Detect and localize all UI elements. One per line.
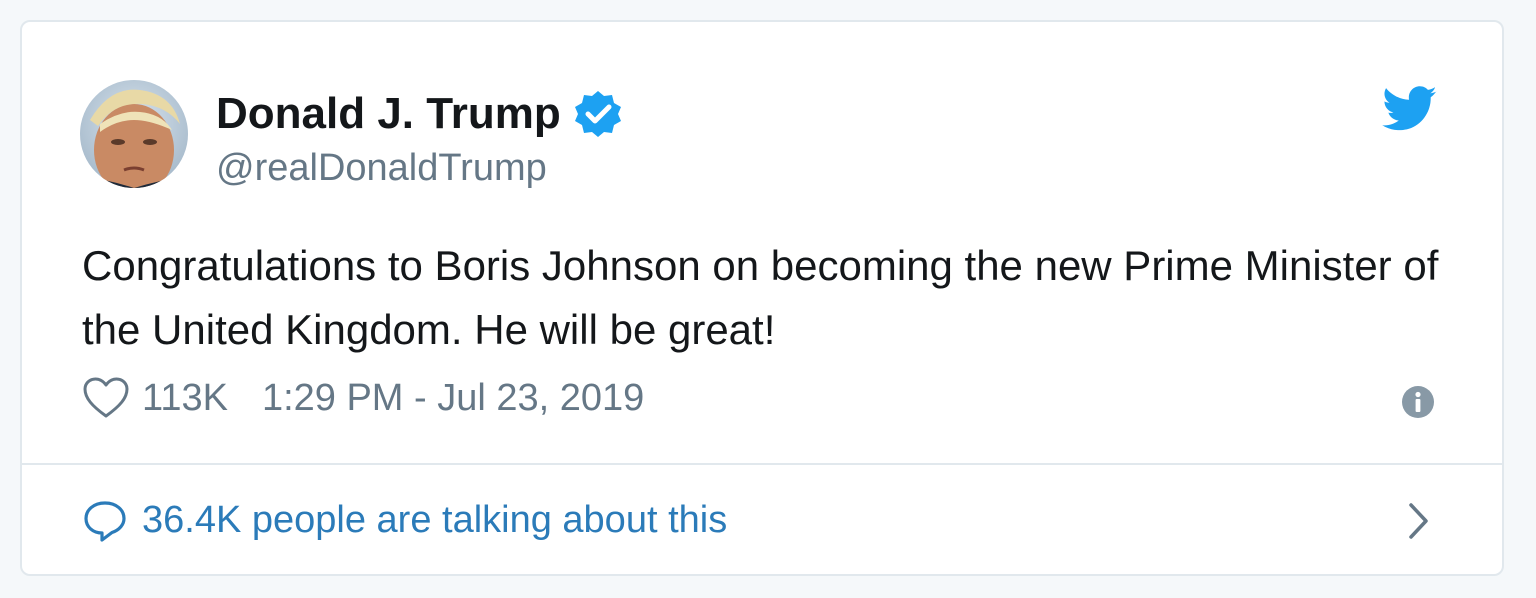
avatar[interactable] [80,80,188,188]
conversation-link[interactable]: 36.4K people are talking about this [82,465,1442,574]
tweet-header: Donald J. Trump @realDonaldTrump [80,80,623,192]
tweet-timestamp[interactable]: 1:29 PM - Jul 23, 2019 [262,377,644,420]
conversation-count-label[interactable]: 36.4K people are talking about this [142,499,727,542]
twitter-bird-icon[interactable] [1382,86,1438,132]
user-handle[interactable]: @realDonaldTrump [216,144,623,192]
info-icon[interactable] [1400,384,1436,420]
like-count[interactable]: 113K [142,377,228,420]
author-names: Donald J. Trump @realDonaldTrump [216,80,623,192]
verified-badge-icon [573,89,623,139]
speech-bubble-icon [82,499,128,543]
display-name[interactable]: Donald J. Trump [216,88,561,140]
tweet-card[interactable]: Donald J. Trump @realDonaldTrump Congrat… [20,20,1504,576]
tweet-text: Congratulations to Boris Johnson on beco… [82,242,1439,353]
heart-icon[interactable] [82,376,130,420]
tweet-meta: 113K 1:29 PM - Jul 23, 2019 [82,376,644,420]
name-row: Donald J. Trump [216,88,623,140]
chevron-right-icon[interactable] [1406,501,1432,541]
